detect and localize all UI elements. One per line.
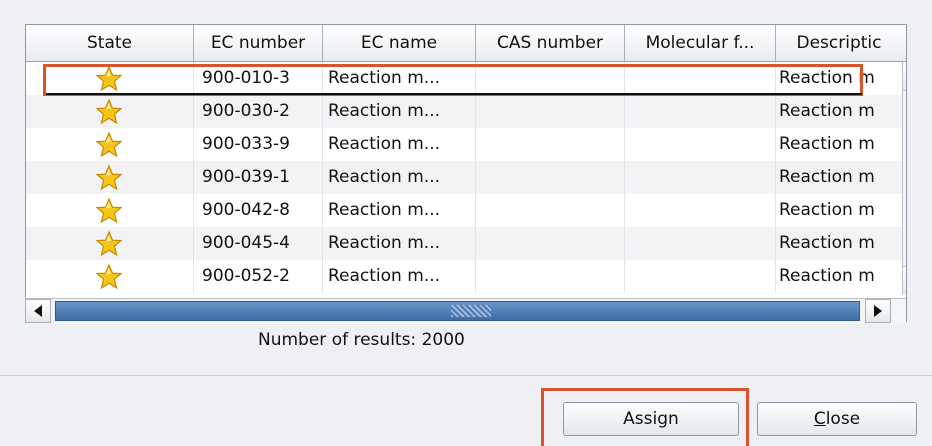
molecular-formula-cell (625, 62, 776, 95)
scroll-left-button[interactable] (25, 299, 51, 323)
state-cell (26, 95, 194, 128)
cas-number-cell (476, 161, 625, 194)
table-row[interactable]: 900-039-1 Reaction m... Reaction m (26, 161, 902, 194)
ec-number-cell: 900-052-2 (194, 260, 323, 293)
vertical-scrollbar[interactable] (902, 62, 907, 295)
ec-name-cell: Reaction m... (323, 95, 476, 128)
ec-number-cell: 900-042-8 (194, 194, 323, 227)
close-button-mnemonic: C (813, 409, 826, 429)
star-icon (95, 65, 123, 92)
molecular-formula-cell (625, 260, 776, 293)
ec-name-cell: Reaction m... (323, 161, 476, 194)
scroll-grip (451, 305, 491, 317)
ec-name-cell: Reaction m... (323, 227, 476, 260)
column-header-molecular-formula[interactable]: Molecular f... (625, 25, 776, 61)
ec-name-cell: Reaction m... (323, 194, 476, 227)
molecular-formula-cell (625, 194, 776, 227)
horizontal-scrollbar[interactable] (25, 298, 906, 324)
ec-name-cell: Reaction m... (323, 260, 476, 293)
results-table: State EC number EC name CAS number Molec… (25, 24, 907, 322)
ec-number-cell: 900-033-9 (194, 128, 323, 161)
table-header: State EC number EC name CAS number Molec… (26, 25, 906, 62)
molecular-formula-cell (625, 128, 776, 161)
cas-number-cell (476, 194, 625, 227)
state-cell (26, 161, 194, 194)
scroll-right-button[interactable] (865, 299, 891, 323)
table-row[interactable]: 900-045-4 Reaction m... Reaction m (26, 227, 902, 260)
description-cell: Reaction m (776, 95, 902, 128)
arrow-right-icon (874, 305, 882, 317)
results-count: Number of results: 2000 (258, 330, 465, 350)
table-row[interactable]: 900-010-3 Reaction m... Reaction m (26, 62, 902, 95)
cas-number-cell (476, 260, 625, 293)
close-button[interactable]: Close (757, 402, 917, 436)
star-icon (95, 263, 123, 290)
ec-number-cell: 900-039-1 (194, 161, 323, 194)
table-row[interactable]: 900-042-8 Reaction m... Reaction m (26, 194, 902, 227)
table-row[interactable]: 900-030-2 Reaction m... Reaction m (26, 95, 902, 128)
ec-name-cell: Reaction m... (323, 62, 476, 95)
description-cell: Reaction m (776, 128, 902, 161)
ec-number-cell: 900-045-4 (194, 227, 323, 260)
star-icon (95, 164, 123, 191)
table-body: 900-010-3 Reaction m... Reaction m 900-030-… (26, 62, 902, 294)
state-cell (26, 260, 194, 293)
state-cell (26, 194, 194, 227)
description-cell: Reaction m (776, 62, 902, 95)
table-row[interactable]: 900-052-2 Reaction m... Reaction m (26, 260, 902, 293)
star-icon (95, 98, 123, 125)
description-cell: Reaction m (776, 260, 902, 293)
molecular-formula-cell (625, 161, 776, 194)
cas-number-cell (476, 95, 625, 128)
assign-button[interactable]: Assign (563, 402, 739, 436)
cas-number-cell (476, 227, 625, 260)
column-header-cas-number[interactable]: CAS number (476, 25, 625, 61)
description-cell: Reaction m (776, 161, 902, 194)
state-cell (26, 62, 194, 95)
state-cell (26, 227, 194, 260)
column-header-ec-number[interactable]: EC number (194, 25, 323, 61)
state-cell (26, 128, 194, 161)
table-row[interactable]: 900-033-9 Reaction m... Reaction m (26, 128, 902, 161)
cas-number-cell (476, 128, 625, 161)
column-header-state[interactable]: State (26, 25, 194, 61)
star-icon (95, 131, 123, 158)
scroll-down-button[interactable] (903, 266, 906, 295)
arrow-left-icon (34, 305, 42, 317)
ec-number-cell: 900-010-3 (194, 62, 323, 95)
molecular-formula-cell (625, 227, 776, 260)
column-header-ec-name[interactable]: EC name (323, 25, 476, 61)
divider (0, 375, 932, 376)
ec-number-cell: 900-030-2 (194, 95, 323, 128)
molecular-formula-cell (625, 95, 776, 128)
close-button-label: lose (825, 409, 861, 429)
column-header-description[interactable]: Descriptic (776, 25, 902, 61)
star-icon (95, 230, 123, 257)
star-icon (95, 197, 123, 224)
cas-number-cell (476, 62, 625, 95)
description-cell: Reaction m (776, 194, 902, 227)
scroll-up-button[interactable] (903, 62, 906, 91)
description-cell: Reaction m (776, 227, 902, 260)
horizontal-scroll-thumb[interactable] (55, 301, 860, 321)
ec-name-cell: Reaction m... (323, 128, 476, 161)
vertical-scroll-thumb[interactable] (906, 93, 907, 125)
